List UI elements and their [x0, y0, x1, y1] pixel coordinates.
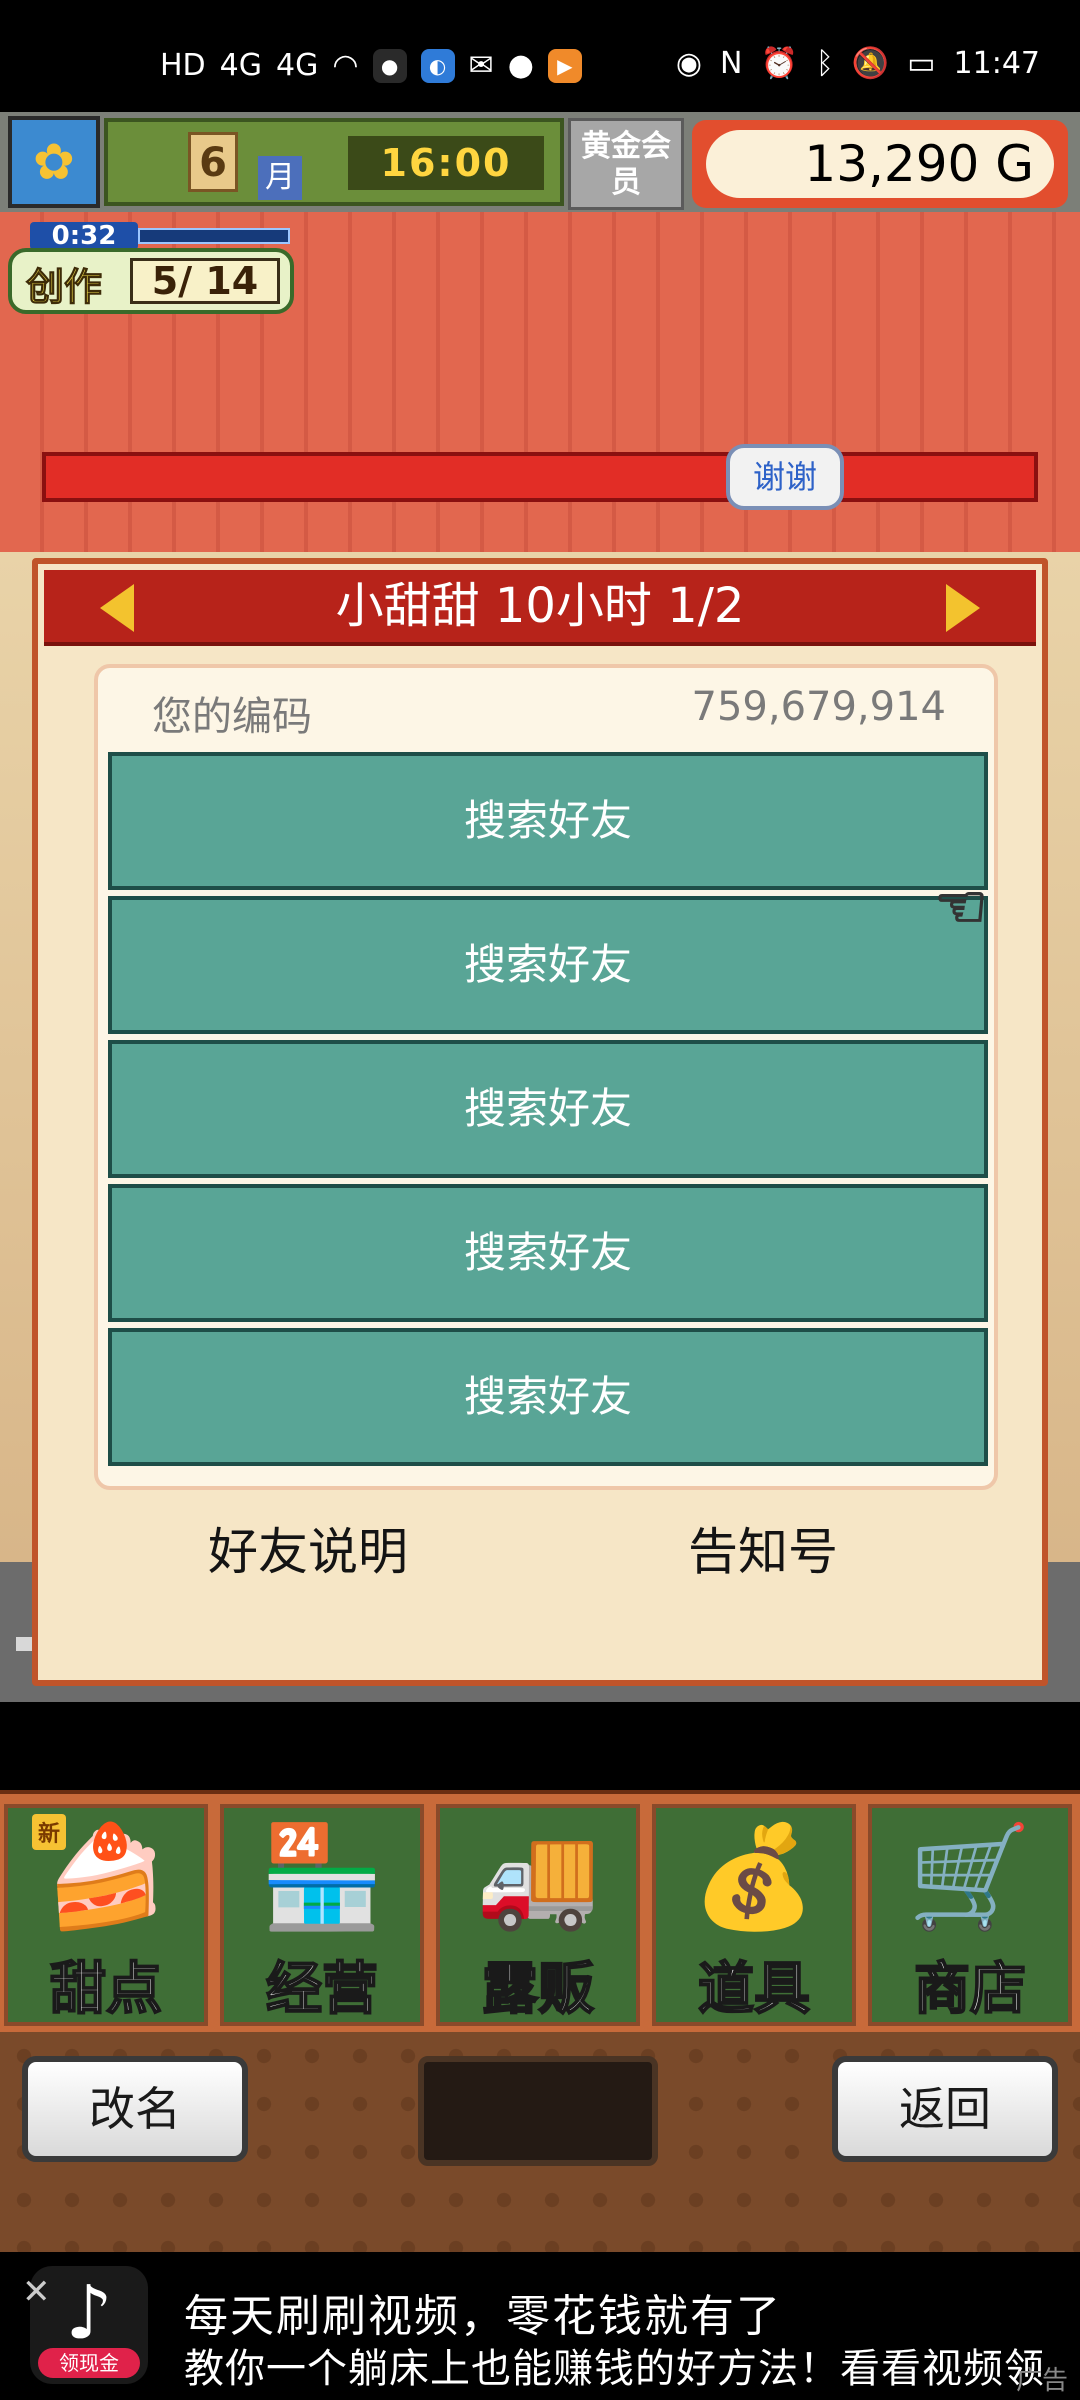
- rename-button[interactable]: 改名: [22, 2056, 248, 2162]
- menu-label: 道具: [697, 1956, 811, 2023]
- new-badge: 新: [32, 1814, 67, 1850]
- month-number: 6: [188, 132, 238, 192]
- month-label: 月: [258, 156, 302, 200]
- alarm-icon: ⏰: [760, 46, 798, 81]
- create-status[interactable]: 0:32 创作 5/ 14: [8, 222, 294, 314]
- search-friend-button[interactable]: 搜索好友: [108, 1328, 988, 1466]
- signal-4g-icon: 4G: [219, 48, 263, 83]
- menu-label: 经营: [265, 1956, 379, 2023]
- season-sunflower-icon[interactable]: ✿: [8, 116, 100, 208]
- status-bar: HD 4G 4G ◠ ● ◐ ✉ ● ▶ ◉ N ⏰ ᛒ 🔕 ▭ 11:47: [0, 0, 1080, 112]
- search-friend-button[interactable]: 搜索好友: [108, 1184, 988, 1322]
- nfc-icon: N: [720, 46, 743, 81]
- search-friend-button[interactable]: 搜索好友: [108, 1040, 988, 1178]
- shopping-cart-icon: 🛒: [907, 1818, 1033, 1935]
- items-bag-icon: 💰: [691, 1818, 817, 1935]
- notice-link[interactable]: 告知号: [688, 1512, 838, 1584]
- menu-label: 甜点: [49, 1956, 163, 2023]
- create-label: 创作: [25, 265, 103, 310]
- eye-icon: ◉: [675, 46, 702, 81]
- bluetooth-icon: ᛒ: [815, 46, 834, 81]
- create-progress-bar: [138, 228, 290, 244]
- create-panel: 创作 5/ 14: [8, 248, 294, 314]
- close-icon[interactable]: ✕: [22, 2272, 51, 2312]
- friend-help-link[interactable]: 好友说明: [208, 1512, 408, 1584]
- status-left-indicators: HD 4G 4G ◠ ● ◐ ✉ ● ▶: [160, 48, 582, 83]
- menu-street-stall[interactable]: 🚚 露贩: [436, 1804, 640, 2026]
- battery-icon: ▭: [907, 46, 936, 81]
- food-truck-icon: 🚚: [475, 1818, 601, 1935]
- search-friend-button[interactable]: 搜索好友: [108, 896, 988, 1034]
- menu-management[interactable]: 🏪 经营: [220, 1804, 424, 2026]
- money-display: 13,290 G: [692, 120, 1068, 208]
- ad-tag: 广告: [1015, 2366, 1068, 2396]
- your-code-value: 759,679,914: [691, 684, 946, 730]
- ad-reward-badge: 领现金: [38, 2348, 140, 2378]
- hd-icon: HD: [160, 48, 206, 83]
- friend-panel: 小甜甜 10小时 1/2 您的编码 759,679,914 搜索好友 搜索好友 …: [32, 558, 1048, 1686]
- bulb-app-icon: ◐: [420, 48, 455, 83]
- ad-banner[interactable]: ♪ 领现金 ✕ 每天刷刷视频，零花钱就有了 教你一个躺床上也能赚钱的好方法！看看…: [0, 2252, 1080, 2400]
- create-timer: 0:32: [30, 222, 138, 250]
- menu-desserts[interactable]: 🍰 甜点 新: [4, 1804, 208, 2026]
- thanks-bubble[interactable]: 谢谢: [726, 444, 844, 510]
- control-bar: 改名 返回: [0, 2032, 1080, 2252]
- ad-headline: 每天刷刷视频，零花钱就有了: [184, 2291, 782, 2342]
- panel-title: 小甜甜 10小时 1/2: [335, 578, 745, 634]
- shop-banner: [42, 452, 1038, 502]
- create-count: 5/ 14: [130, 258, 280, 304]
- menu-label: 露贩: [481, 1956, 595, 2023]
- back-button[interactable]: 返回: [832, 2056, 1058, 2162]
- main-menu: 🍰 甜点 新 🏪 经营 🚚 露贩 💰 道具 🛒 商店: [0, 1790, 1080, 2032]
- status-time: 11:47: [953, 46, 1040, 81]
- gold-member-badge[interactable]: 黄金会员: [568, 118, 684, 210]
- game-time: 16:00: [348, 136, 544, 190]
- shop-icon: 🏪: [259, 1818, 385, 1935]
- game-scene: ✿ 6 月 16:00 黄金会员 13,290 G 0:32 创作 5/ 14 …: [0, 112, 1080, 1702]
- date-display: 6 月 16:00: [104, 118, 564, 206]
- globe-icon: ●: [372, 48, 407, 83]
- money-value: 13,290 G: [706, 130, 1054, 198]
- message-icon: ●: [507, 48, 534, 83]
- play-app-icon: ▶: [547, 48, 582, 83]
- pointer-hand-icon: ☜: [933, 871, 989, 943]
- friend-list-area: 您的编码 759,679,914 搜索好友 搜索好友 搜索好友 搜索好友 搜索好…: [94, 664, 998, 1490]
- menu-label: 商店: [913, 1956, 1027, 2023]
- panel-header: 小甜甜 10小时 1/2: [44, 570, 1036, 646]
- signal-4g-icon: 4G: [276, 48, 319, 83]
- menu-items[interactable]: 💰 道具: [652, 1804, 856, 2026]
- your-code-label: 您的编码: [152, 694, 312, 740]
- wechat-icon: ✉: [468, 48, 494, 83]
- search-friend-button[interactable]: 搜索好友: [108, 752, 988, 890]
- wifi-icon: ◠: [332, 48, 359, 83]
- center-slot: [418, 2056, 658, 2166]
- next-page-arrow-icon[interactable]: [946, 584, 980, 632]
- status-right-indicators: ◉ N ⏰ ᛒ 🔕 ▭ 11:47: [676, 46, 1040, 81]
- menu-store[interactable]: 🛒 商店: [868, 1804, 1072, 2026]
- ad-subline: 教你一个躺床上也能赚钱的好方法！看看视频领: [184, 2346, 1045, 2392]
- mute-icon: 🔕: [851, 46, 890, 81]
